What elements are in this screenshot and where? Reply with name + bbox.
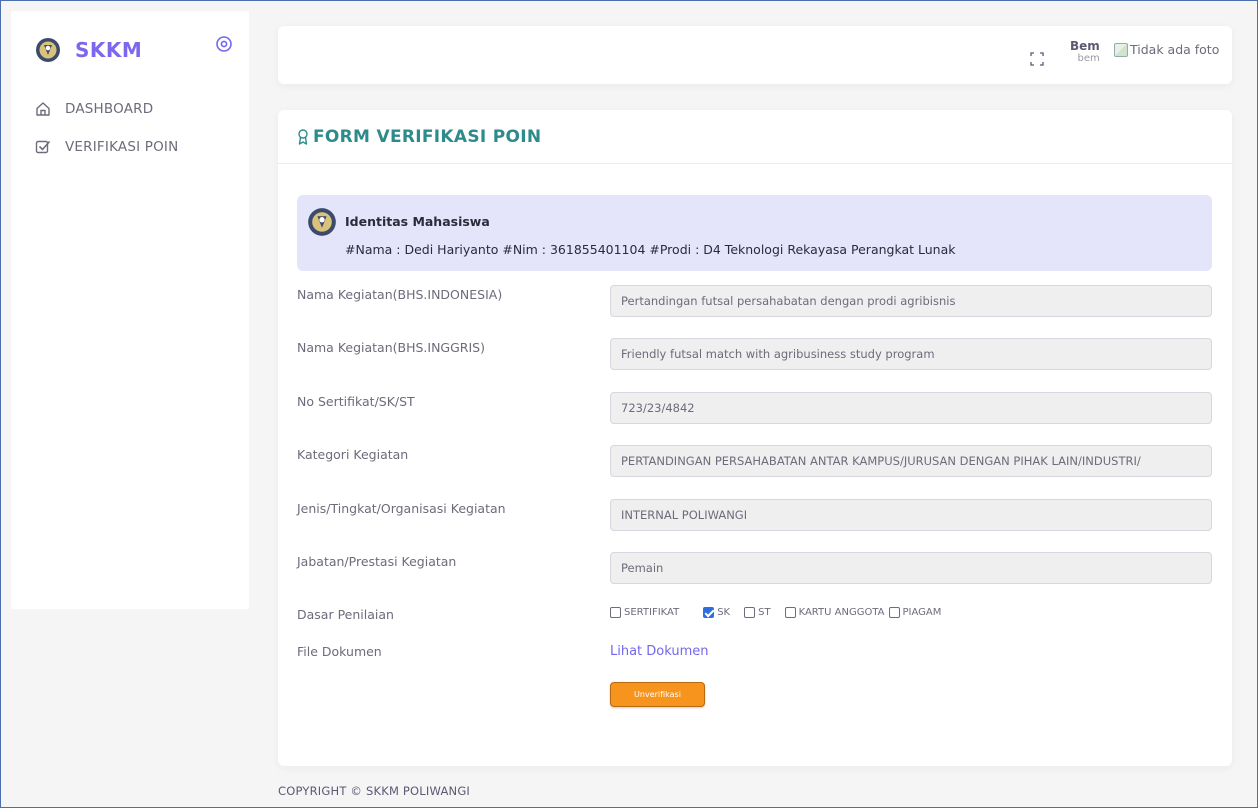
user-role: bem [1077, 53, 1100, 64]
checkbox-box[interactable] [784, 607, 796, 618]
field-label: Jenis/Tingkat/Organisasi Kegiatan [297, 501, 506, 516]
no-sertifikat-field[interactable]: 723/23/4842 [610, 392, 1212, 424]
checkbox-sertifikat[interactable]: SERTIFIKAT [610, 607, 679, 618]
form-row-jenis: Jenis/Tingkat/Organisasi Kegiatan INTERN… [297, 499, 1212, 531]
student-identity-box: Identitas Mahasiswa #Nama : Dedi Hariyan… [297, 195, 1212, 271]
field-label: Kategori Kegiatan [297, 447, 409, 462]
collapse-toggle-icon[interactable] [215, 35, 233, 53]
home-icon [36, 102, 50, 116]
sidebar-item-dashboard[interactable]: DASHBOARD [35, 101, 153, 117]
checkbox-box[interactable] [610, 607, 621, 618]
broken-image-icon [1114, 42, 1128, 57]
checkbox-kartu-anggota[interactable]: KARTU ANGGOTA [784, 607, 885, 618]
form-row-no-sertifikat: No Sertifikat/SK/ST 723/23/4842 [297, 392, 1212, 424]
checkbox-st[interactable]: ST [744, 607, 771, 618]
field-label: File Dokumen [297, 644, 382, 659]
jenis-tingkat-field[interactable]: INTERNAL POLIWANGI [610, 499, 1212, 531]
poliwangi-logo [36, 38, 60, 62]
view-document-link[interactable]: Lihat Dokumen [610, 644, 709, 659]
form-row-nama-kegiatan-en: Nama Kegiatan(BHS.INGGRIS) Friendly futs… [297, 338, 1212, 370]
checkbox-label: SERTIFIKAT [624, 607, 680, 618]
field-label: No Sertifikat/SK/ST [297, 394, 415, 409]
form-row-kategori: Kategori Kegiatan PERTANDINGAN PERSAHABA… [297, 445, 1212, 477]
sidebar-item-verifikasi-poin[interactable]: VERIFIKASI POIN [35, 139, 178, 155]
checkbox-label: PIAGAM [902, 607, 942, 618]
fullscreen-icon[interactable] [1030, 52, 1044, 66]
form-row-file-dokumen: File Dokumen Lihat Dokumen [297, 644, 1212, 662]
award-icon [298, 128, 308, 145]
field-label: Jabatan/Prestasi Kegiatan [297, 554, 457, 569]
avatar[interactable]: Tidak ada foto [1114, 42, 1219, 57]
checkbox-box[interactable] [888, 607, 900, 618]
check-square-icon [35, 140, 51, 154]
verification-form-card: FORM VERIFIKASI POIN Identitas Mahasiswa… [278, 110, 1232, 766]
identity-details: #Nama : Dedi Hariyanto #Nim : 3618554011… [345, 242, 956, 257]
form-row-dasar-penilaian: Dasar Penilaian SERTIFIKAT SK ST KARTU A… [297, 607, 1212, 625]
top-navbar: Bem bem Tidak ada foto [278, 26, 1232, 84]
unverify-button[interactable]: Unverifikasi [610, 682, 705, 707]
nama-kegiatan-indonesia-field[interactable]: Pertandingan futsal persahabatan dengan … [610, 285, 1212, 317]
sidebar-item-label: VERIFIKASI POIN [65, 139, 179, 155]
form-row-jabatan: Jabatan/Prestasi Kegiatan Pemain [297, 552, 1212, 584]
field-label: Nama Kegiatan(BHS.INGGRIS) [297, 340, 485, 355]
user-name: Bem [1070, 39, 1100, 53]
sidebar-item-label: DASHBOARD [65, 101, 154, 117]
field-label: Nama Kegiatan(BHS.INDONESIA) [297, 287, 503, 302]
checkbox-label: ST [758, 607, 771, 618]
identity-title: Identitas Mahasiswa [345, 214, 490, 229]
poliwangi-logo [308, 208, 336, 236]
brand-name: SKKM [75, 38, 143, 62]
user-info[interactable]: Bem bem [1070, 39, 1100, 65]
checkbox-piagam[interactable]: PIAGAM [888, 607, 942, 618]
page-title: FORM VERIFIKASI POIN [313, 126, 542, 147]
checkbox-sk[interactable]: SK [703, 607, 730, 618]
avatar-alt-text: Tidak ada foto [1130, 42, 1220, 57]
nama-kegiatan-inggris-field[interactable]: Friendly futsal match with agribusiness … [610, 338, 1212, 370]
brand[interactable]: SKKM [35, 37, 142, 63]
card-header: FORM VERIFIKASI POIN [278, 110, 1232, 164]
checkbox-label: SK [717, 607, 731, 618]
sidebar: SKKM DASHBOARD VERIFIKASI POIN [11, 11, 249, 609]
field-label: Dasar Penilaian [297, 607, 394, 622]
checkbox-box[interactable] [703, 607, 715, 618]
checkbox-label: KARTU ANGGOTA [798, 607, 885, 618]
footer-copyright: COPYRIGHT © SKKM POLIWANGI [278, 784, 471, 798]
checkbox-box[interactable] [744, 607, 756, 618]
form-row-nama-kegiatan-id: Nama Kegiatan(BHS.INDONESIA) Pertandinga… [297, 285, 1212, 317]
jabatan-prestasi-field[interactable]: Pemain [610, 552, 1212, 584]
dasar-penilaian-checkboxes: SERTIFIKAT SK ST KARTU ANGGOTA PIAGAM [610, 607, 955, 618]
kategori-kegiatan-field[interactable]: PERTANDINGAN PERSAHABATAN ANTAR KAMPUS/J… [610, 445, 1212, 477]
